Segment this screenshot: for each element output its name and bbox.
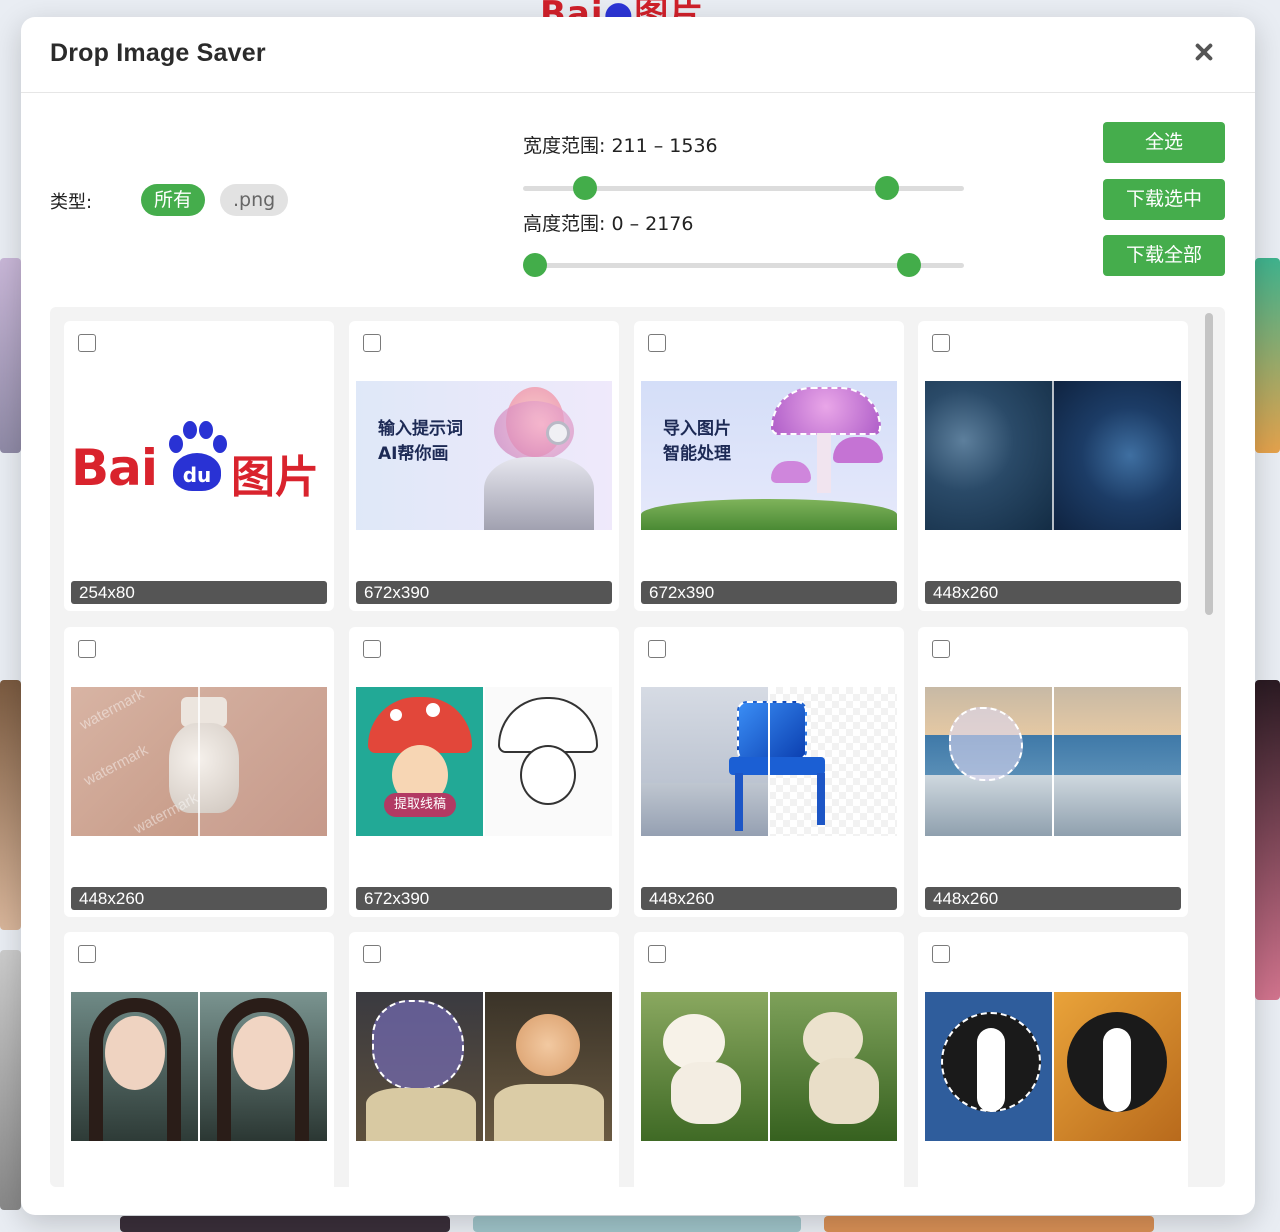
height-range-slider[interactable] [523, 253, 964, 277]
height-range-label: 高度范围: 0 – 2176 [523, 213, 694, 235]
extract-lineart-badge: 提取线稿 [384, 793, 456, 817]
image-card[interactable] [64, 932, 334, 1187]
type-chip-png[interactable]: .png [220, 184, 289, 216]
image-grid: Bai du 图片 254x80 输入提示词 AI帮你画 672x390 导入图… [50, 307, 1225, 1187]
image-checkbox[interactable] [932, 945, 950, 963]
width-max-handle[interactable] [875, 176, 899, 200]
width-min-handle[interactable] [573, 176, 597, 200]
image-card[interactable]: Bai du 图片 254x80 [64, 321, 334, 611]
background-thumb [824, 1216, 1154, 1232]
image-thumbnail: 输入提示词 AI帮你画 [356, 381, 612, 530]
image-thumbnail [356, 992, 612, 1141]
image-thumbnail: 提取线稿 [356, 687, 612, 836]
image-thumbnail: watermark watermark watermark [71, 687, 327, 836]
grid-scrollbar[interactable] [1202, 313, 1216, 1187]
download-selected-button[interactable]: 下载选中 [1103, 179, 1225, 220]
background-thumb [0, 950, 21, 1210]
dialog-header: Drop Image Saver [21, 17, 1255, 93]
scroll-thumb[interactable] [1205, 313, 1213, 615]
image-thumbnail [71, 992, 327, 1141]
image-card[interactable] [918, 932, 1188, 1187]
image-checkbox[interactable] [78, 334, 96, 352]
paw-icon: du [165, 419, 227, 493]
image-size-label: 448x260 [71, 887, 327, 910]
image-thumbnail: 导入图片 智能处理 [641, 381, 897, 530]
image-card[interactable]: 提取线稿 672x390 [349, 627, 619, 917]
background-thumb [1255, 258, 1280, 453]
image-card[interactable]: 448x260 [918, 321, 1188, 611]
image-thumbnail [925, 992, 1181, 1141]
image-card[interactable]: 输入提示词 AI帮你画 672x390 [349, 321, 619, 611]
image-size-label: 672x390 [356, 887, 612, 910]
image-size-label: 254x80 [71, 581, 327, 604]
image-thumbnail [641, 687, 897, 836]
background-thumb [0, 258, 21, 453]
image-checkbox[interactable] [648, 640, 666, 658]
image-thumbnail: Bai du 图片 [71, 381, 327, 530]
drop-image-saver-dialog: Drop Image Saver 类型: 所有 .png 宽度范围: 211 –… [21, 17, 1255, 1215]
image-card[interactable]: 448x260 [918, 627, 1188, 917]
height-max-handle[interactable] [897, 253, 921, 277]
image-checkbox[interactable] [648, 334, 666, 352]
download-all-button[interactable]: 下载全部 [1103, 235, 1225, 276]
image-checkbox[interactable] [78, 945, 96, 963]
select-all-button[interactable]: 全选 [1103, 122, 1225, 163]
background-thumb [120, 1216, 450, 1232]
image-card[interactable]: 导入图片 智能处理 672x390 [634, 321, 904, 611]
close-icon[interactable] [1191, 39, 1217, 65]
image-thumbnail [925, 687, 1181, 836]
image-card[interactable]: 448x260 [634, 627, 904, 917]
background-thumb [0, 680, 21, 930]
image-checkbox[interactable] [932, 640, 950, 658]
width-range-label: 宽度范围: 211 – 1536 [523, 135, 718, 157]
type-chip-all[interactable]: 所有 [141, 184, 206, 216]
image-size-label: 672x390 [641, 581, 897, 604]
image-checkbox[interactable] [363, 334, 381, 352]
image-checkbox[interactable] [363, 640, 381, 658]
image-thumbnail [641, 992, 897, 1141]
image-card[interactable] [634, 932, 904, 1187]
image-checkbox[interactable] [363, 945, 381, 963]
image-size-label: 448x260 [641, 887, 897, 910]
filter-controls: 类型: 所有 .png 宽度范围: 211 – 1536 高度范围: 0 – 2… [21, 93, 1255, 307]
image-checkbox[interactable] [78, 640, 96, 658]
image-thumbnail [925, 381, 1181, 530]
image-size-label: 448x260 [925, 887, 1181, 910]
image-card[interactable] [349, 932, 619, 1187]
background-thumb [1255, 680, 1280, 1000]
image-checkbox[interactable] [932, 334, 950, 352]
image-size-label: 672x390 [356, 581, 612, 604]
image-checkbox[interactable] [648, 945, 666, 963]
type-filter-label: 类型: [50, 192, 93, 213]
image-card[interactable]: watermark watermark watermark 448x260 [64, 627, 334, 917]
width-range-slider[interactable] [523, 176, 964, 200]
background-thumb [473, 1216, 801, 1232]
height-min-handle[interactable] [523, 253, 547, 277]
image-size-label: 448x260 [925, 581, 1181, 604]
dialog-title: Drop Image Saver [50, 39, 266, 67]
